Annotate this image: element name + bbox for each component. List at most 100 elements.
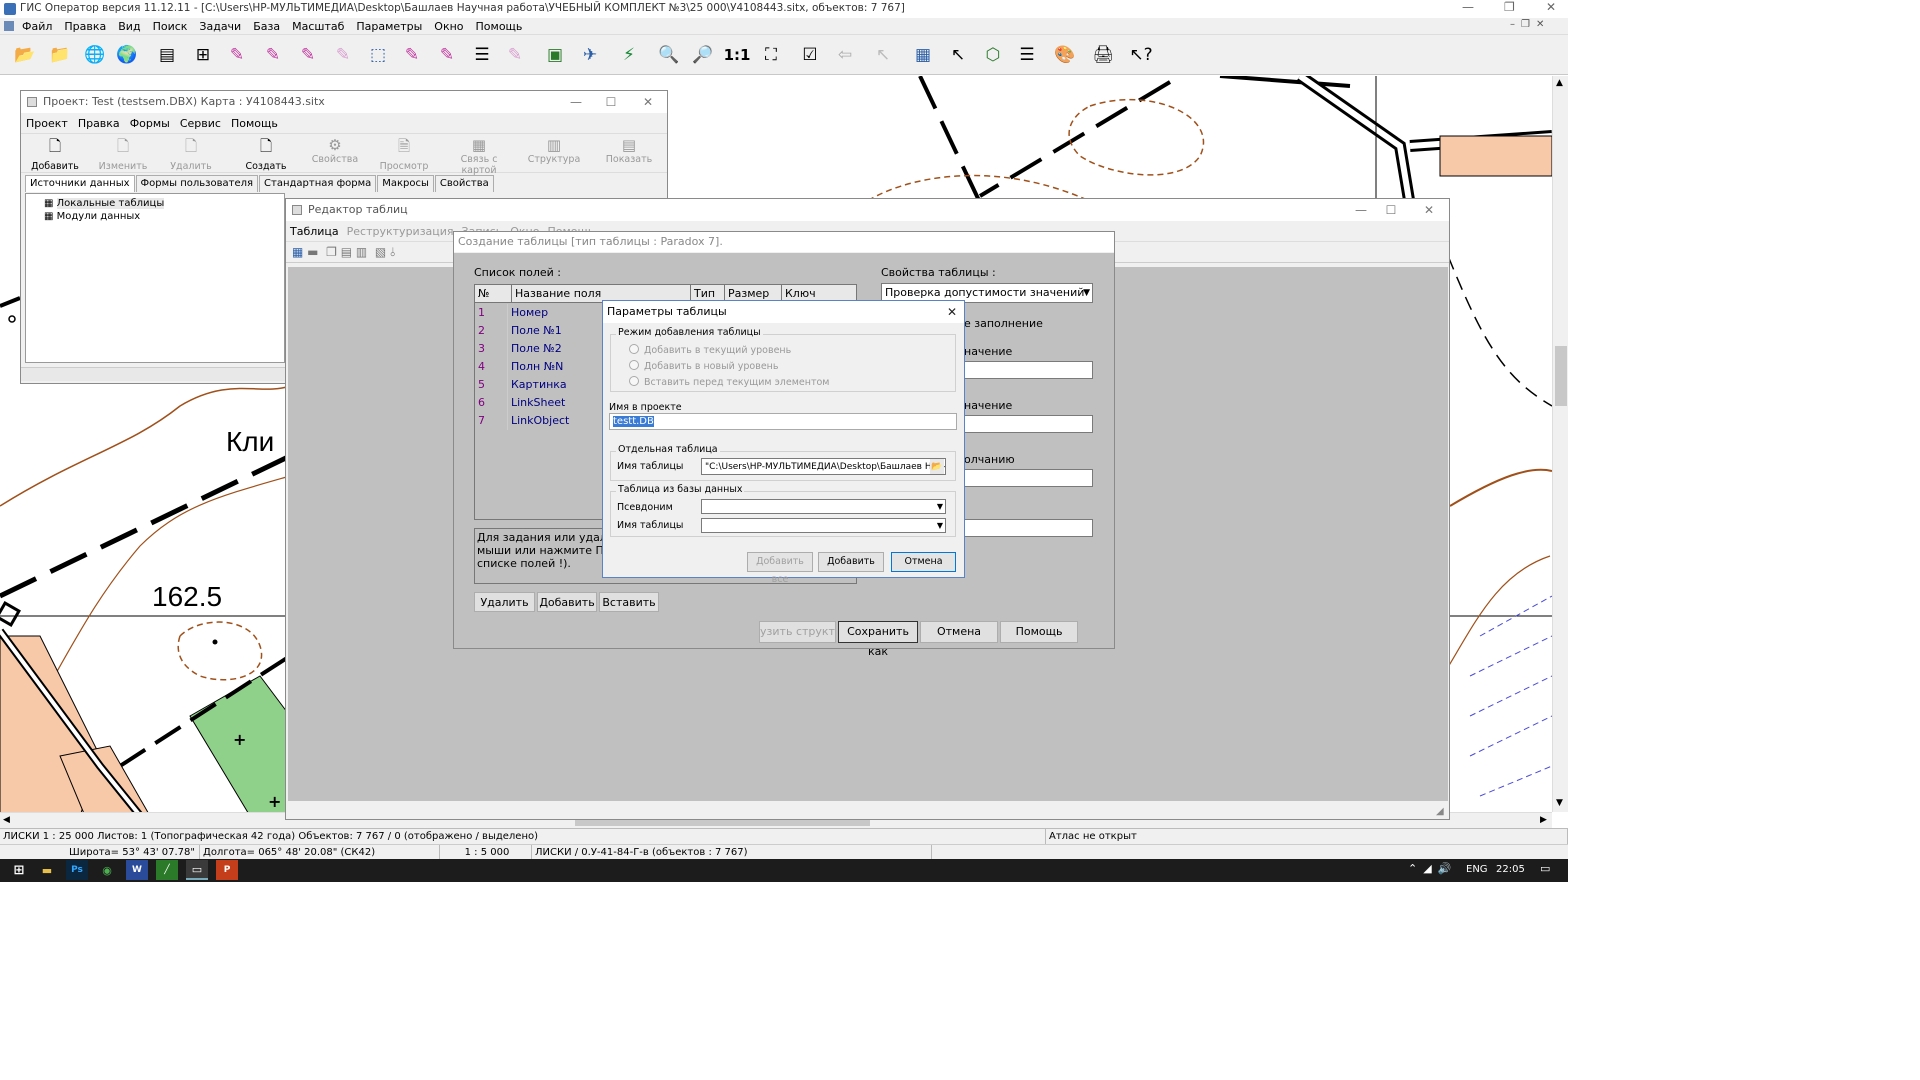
add-button[interactable]: Добавить [818,552,884,572]
create-button[interactable]: 🗋 Создать [238,136,294,172]
scroll-up-icon[interactable]: ▲ [1556,78,1563,88]
close-icon[interactable]: ✕ [633,91,663,113]
navigate-icon[interactable]: ✈ [575,40,605,70]
layers-icon[interactable]: ▤ [152,40,182,70]
project-name-input[interactable]: testt.DB [609,413,957,430]
word-app-icon[interactable]: W [126,860,148,880]
minimize-icon[interactable]: — [1346,199,1376,221]
scale-one-to-one-button[interactable]: 1:1 [722,40,752,70]
map-app-icon[interactable]: ╱ [156,860,178,880]
scroll-down-icon[interactable]: ▼ [1556,798,1563,808]
project-menu-help[interactable]: Помощь [226,115,283,132]
insert-field-button[interactable]: Вставить [599,592,659,612]
preview-button[interactable]: 🗎 Просмотр [376,136,432,172]
zoom-out-icon[interactable]: 🔍 [654,40,684,70]
layer-settings-icon[interactable]: ⊞ [188,40,218,70]
powerpoint-icon[interactable]: P [216,860,238,880]
pointer-text-icon[interactable]: ↖ [943,40,973,70]
show-button[interactable]: ▤ Показать [599,136,659,165]
close-icon[interactable]: ✕ [1546,0,1556,14]
add-all-button[interactable]: Добавить все [747,552,813,585]
select-more-icon[interactable]: ✎ [293,40,323,70]
value-input[interactable] [964,361,1093,379]
table-path-input[interactable]: "C:\Users\HP-МУЛЬТИМЕДИА\Desktop\Башлаев… [701,458,946,475]
tree-item-data-modules[interactable]: ▦ Модули данных [44,211,140,222]
project-menu-edit[interactable]: Правка [73,115,125,132]
windows-start-icon[interactable]: ⊞ [8,860,30,880]
delete-button[interactable]: 🗋 Удалить [163,136,219,172]
polygon-edit-icon[interactable]: ⬡ [978,40,1008,70]
table-icon[interactable]: ▦ [908,40,938,70]
cancel-button[interactable]: Отмена [891,552,956,572]
map-vertical-scrollbar[interactable]: ▲ ▼ [1552,76,1568,812]
menu-tasks[interactable]: Задачи [193,18,247,35]
tab-data-sources[interactable]: Источники данных [25,175,135,192]
te-menu-restructure[interactable]: Реструктуризация [343,223,458,240]
open-project-icon[interactable]: 📁 [45,40,75,70]
menu-help[interactable]: Помощь [470,18,529,35]
scroll-right-icon[interactable]: ▶ [1540,815,1547,825]
project-menu-project[interactable]: Проект [21,115,73,132]
project-menu-service[interactable]: Сервис [175,115,226,132]
radio-insert-before[interactable]: Вставить перед текущим элементом [629,376,829,390]
edit-button[interactable]: 🗋 Изменить [95,136,151,172]
fit-extent-icon[interactable]: ⛶ [756,40,786,70]
palette-icon[interactable]: 🎨 [1050,40,1080,70]
gis-app-icon[interactable]: ▭ [186,860,208,880]
tray-language[interactable]: ENG [1466,864,1488,875]
table-icon[interactable]: ▦ [292,245,303,259]
row-icon[interactable]: ▤ [341,245,352,259]
photoshop-icon[interactable]: Ps [66,860,88,880]
select-text-icon[interactable]: ✎ [258,40,288,70]
tree-item-local-tables[interactable]: ▦ Локальные таблицы [44,198,165,209]
radio-add-current-level[interactable]: Добавить в текущий уровень [629,344,791,358]
select-pen-icon[interactable]: ✎ [222,40,252,70]
close-icon[interactable]: ✕ [1414,199,1444,221]
list-icon[interactable]: ☰ [467,40,497,70]
add-field-button[interactable]: Добавить [537,592,597,612]
map-window-icon[interactable]: ▣ [540,40,570,70]
copy-icon[interactable]: ❐ [326,245,337,259]
tab-macros[interactable]: Макросы [377,175,434,192]
legend-text-icon[interactable]: ☰ [1012,40,1042,70]
lightning-icon[interactable]: ⚡ [614,40,644,70]
db-table-select[interactable]: ▼ [701,518,946,533]
chrome-icon[interactable]: ◉ [96,860,118,880]
delete-field-button[interactable]: Удалить [474,592,535,612]
check-frame-icon[interactable]: ☑ [795,40,825,70]
menu-scale[interactable]: Масштаб [286,18,350,35]
file-explorer-icon[interactable]: ▬ [36,860,58,880]
cancel-button[interactable]: Отмена [920,621,998,643]
col-num-header[interactable]: № [478,285,489,302]
menu-params[interactable]: Параметры [350,18,428,35]
maximize-icon[interactable]: ☐ [596,91,626,113]
te-menu-table[interactable]: Таблица [286,223,343,240]
restore-icon[interactable]: ❐ [1504,0,1515,14]
tray-icons[interactable]: ⌃◢🔊 [1408,862,1457,875]
tab-user-forms[interactable]: Формы пользователя [135,175,259,192]
menu-file[interactable]: Файл [16,18,58,35]
resize-grip-icon[interactable]: ◢ [1436,806,1444,817]
menu-edit[interactable]: Правка [58,18,112,35]
open-folder-icon[interactable]: 📂 [930,459,944,474]
help-pointer-icon[interactable]: ↖? [1126,40,1156,70]
alias-select[interactable]: ▼ [701,499,946,514]
value-input[interactable] [964,415,1093,433]
column-icon[interactable]: ▥ [356,245,367,259]
link-map-button[interactable]: ▦ Связь с картой [443,136,515,176]
printer-icon[interactable]: 🖨 [1088,40,1118,70]
mdi-controls[interactable]: –❐✕ [1510,19,1550,30]
folder-icon[interactable]: ▬ [307,245,318,259]
menu-window[interactable]: Окно [428,18,469,35]
tab-standard-form[interactable]: Стандартная форма [259,175,377,192]
properties-button[interactable]: ⚙ Свойства [307,136,363,165]
globe-icon[interactable]: 🌐 [80,40,110,70]
tab-properties[interactable]: Свойства [434,175,494,192]
scroll-thumb[interactable] [1555,346,1567,406]
maximize-icon[interactable]: ☐ [1376,199,1406,221]
default-input[interactable] [964,469,1093,487]
back-arrow-icon[interactable]: ⇦ [830,40,860,70]
structure-button[interactable]: ▥ Структура [524,136,584,165]
rect-select-icon[interactable]: ⬚ [363,40,393,70]
tray-clock[interactable]: 22:05 [1496,864,1525,875]
